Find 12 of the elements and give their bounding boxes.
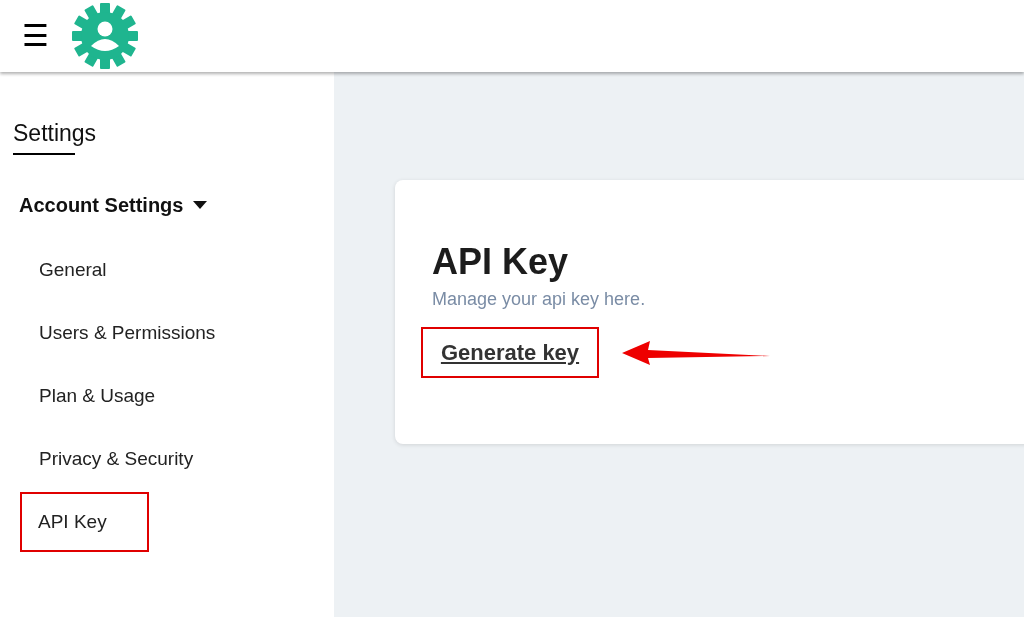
sidebar-item[interactable]: General xyxy=(37,240,109,300)
sidebar-item[interactable]: Plan & Usage xyxy=(37,366,158,426)
caret-icon xyxy=(193,200,208,209)
card-title: API Key xyxy=(432,240,570,284)
generate-key-link[interactable]: Generate key xyxy=(421,327,599,378)
sidebar-item[interactable]: Users & Permissions xyxy=(37,303,218,363)
sidebar-title: Settings xyxy=(13,116,97,155)
account-settings-toggle[interactable]: Account Settings xyxy=(19,189,208,220)
sidebar-item[interactable]: Privacy & Security xyxy=(37,429,196,489)
sidebar-item[interactable]: API Key xyxy=(20,492,149,552)
card-subtitle: Manage your api key here. xyxy=(432,288,647,311)
menu-icon[interactable]: ☰ xyxy=(22,21,49,51)
